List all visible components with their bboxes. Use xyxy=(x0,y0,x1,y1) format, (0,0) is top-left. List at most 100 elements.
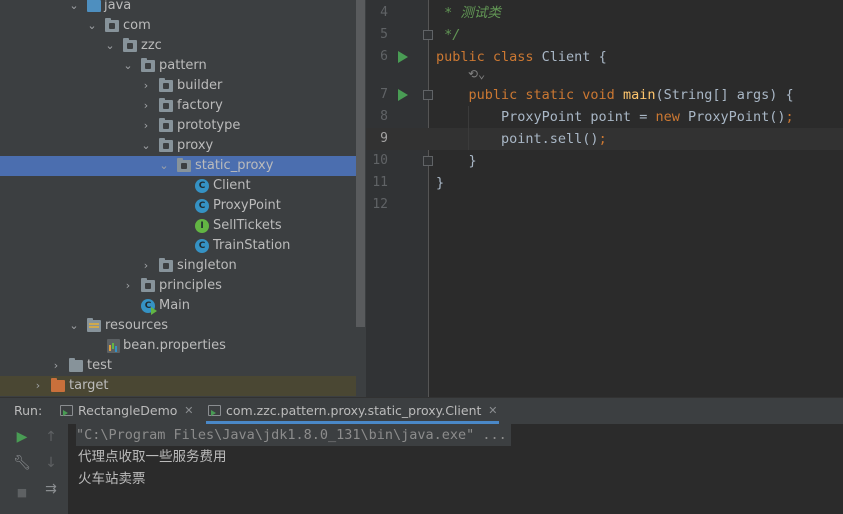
down-arrow-icon[interactable]: ↓ xyxy=(40,452,62,474)
run-gutter-icon[interactable] xyxy=(398,89,408,101)
tree-item-selltickets[interactable]: I SellTickets xyxy=(0,216,356,236)
console-output[interactable]: "C:\Program Files\Java\jdk1.8.0_131\bin\… xyxy=(68,424,843,514)
package-icon xyxy=(159,98,173,112)
chevron-down-icon[interactable]: ⌄ xyxy=(158,156,170,176)
code-text: ProxyPoint point = new ProxyPoint(); xyxy=(436,109,794,125)
chevron-right-icon[interactable]: › xyxy=(122,276,134,296)
console-line: 火车站卖票 xyxy=(78,471,146,487)
tree-item-label: bean.properties xyxy=(123,338,226,353)
tree-item-resources[interactable]: ⌄ resources xyxy=(0,316,356,336)
code-line[interactable]: 10 } xyxy=(366,150,843,172)
tree-item-factory[interactable]: › factory xyxy=(0,96,356,116)
fold-marker-icon[interactable] xyxy=(423,30,433,40)
tree-item-static-proxy[interactable]: ⌄ static_proxy xyxy=(0,156,356,176)
tree-item-label: target xyxy=(69,378,109,393)
code-text: } xyxy=(436,175,445,191)
console-command-line: "C:\Program Files\Java\jdk1.8.0_131\bin\… xyxy=(76,424,511,446)
code-line[interactable]: 5 */ xyxy=(366,24,843,46)
tab-label: com.zzc.pattern.proxy.static_proxy.Clien… xyxy=(226,403,482,418)
run-label: Run: xyxy=(14,403,43,418)
project-tree-panel: ⌄ java ⌄ com ⌄ zzc ⌄ pattern › builder › xyxy=(0,0,366,397)
tree-item-label: Client xyxy=(213,178,251,193)
stop-icon[interactable]: ■ xyxy=(11,482,33,504)
package-icon xyxy=(141,278,155,292)
tree-item-label: Main xyxy=(159,298,191,313)
tree-item-java[interactable]: ⌄ java xyxy=(0,0,356,16)
package-icon xyxy=(105,18,119,32)
tree-item-pattern[interactable]: ⌄ pattern xyxy=(0,56,356,76)
chevron-right-icon[interactable]: › xyxy=(140,116,152,136)
code-text: public static void main(String[] args) { xyxy=(468,87,794,103)
code-text: point.sell(); xyxy=(436,131,607,147)
line-number: 10 xyxy=(372,153,388,168)
chevron-down-icon[interactable]: ⌄ xyxy=(122,56,134,76)
tree-item-principles[interactable]: › principles xyxy=(0,276,356,296)
tree-item-bean-properties[interactable]: bean.properties xyxy=(0,336,356,356)
code-line[interactable]: 7 public static void main(String[] args)… xyxy=(366,84,843,106)
tree-item-label: prototype xyxy=(177,118,241,133)
run-tab-rectangledemo[interactable]: RectangleDemo ✕ xyxy=(58,398,195,424)
run-tab-client[interactable]: com.zzc.pattern.proxy.static_proxy.Clien… xyxy=(206,398,500,424)
run-gutter-icon[interactable] xyxy=(398,51,408,63)
class-icon: C xyxy=(195,239,209,253)
tree-item-prototype[interactable]: › prototype xyxy=(0,116,356,136)
tree-item-target[interactable]: › target xyxy=(0,376,356,396)
tree-item-trainstation[interactable]: C TrainStation xyxy=(0,236,356,256)
fold-marker-icon[interactable] xyxy=(423,90,433,100)
tree-item-label: ProxyPoint xyxy=(213,198,281,213)
tree-item-com[interactable]: ⌄ com xyxy=(0,16,356,36)
main-class-icon: C xyxy=(141,299,157,315)
tree-item-test[interactable]: › test xyxy=(0,356,356,376)
package-icon xyxy=(177,158,191,172)
tree-scrollbar[interactable] xyxy=(356,0,365,327)
tree-item-label: proxy xyxy=(177,138,214,153)
chevron-right-icon[interactable]: › xyxy=(140,256,152,276)
line-number: 11 xyxy=(372,175,388,190)
package-icon xyxy=(159,118,173,132)
tree-item-builder[interactable]: › builder xyxy=(0,76,356,96)
console-line: 代理点收取一些服务费用 xyxy=(78,449,227,465)
chevron-right-icon[interactable]: › xyxy=(50,356,62,376)
chevron-down-icon[interactable]: ⌄ xyxy=(140,136,152,156)
run-config-icon xyxy=(208,405,221,416)
tree-item-main[interactable]: C Main xyxy=(0,296,356,316)
resources-folder-icon xyxy=(87,318,101,332)
package-icon xyxy=(159,138,173,152)
chevron-down-icon[interactable]: ⌄ xyxy=(68,0,80,16)
chevron-down-icon[interactable]: ⌄ xyxy=(86,16,98,36)
tree-item-proxypoint[interactable]: C ProxyPoint xyxy=(0,196,356,216)
code-line[interactable]: 8 ProxyPoint point = new ProxyPoint(); xyxy=(366,106,843,128)
chevron-down-icon[interactable]: ⌄ xyxy=(104,36,116,56)
code-line[interactable]: 4 * 测试类 xyxy=(366,2,843,24)
fold-marker-icon[interactable] xyxy=(423,156,433,166)
run-header: Run: RectangleDemo ✕ com.zzc.pattern.pro… xyxy=(0,397,843,424)
tab-label: RectangleDemo xyxy=(78,403,178,418)
tree-item-client[interactable]: C Client xyxy=(0,176,356,196)
tree-item-label: singleton xyxy=(177,258,237,273)
code-vision-icon[interactable]: ⟲⌄ xyxy=(468,66,498,82)
line-number: 12 xyxy=(372,197,388,212)
run-toolbar: ▶ ↑ 🔧︎ ↓ ■ ⇉ xyxy=(0,424,68,514)
soft-wrap-icon[interactable]: ⇉ xyxy=(40,478,62,500)
tree-item-label: TrainStation xyxy=(213,238,291,253)
tree-item-singleton[interactable]: › singleton xyxy=(0,256,356,276)
tree-item-zzc[interactable]: ⌄ zzc xyxy=(0,36,356,56)
tree-item-label: pattern xyxy=(159,58,207,73)
code-editor[interactable]: 4 * 测试类 5 */ 6 public class Client { ⟲⌄ … xyxy=(366,0,843,397)
code-line[interactable]: 12 xyxy=(366,194,843,216)
code-line[interactable]: 6 public class Client { xyxy=(366,46,843,68)
up-arrow-icon[interactable]: ↑ xyxy=(40,426,62,448)
tree-item-label: com xyxy=(123,18,151,33)
source-folder-icon xyxy=(87,0,101,12)
code-line-current[interactable]: 9 point.sell(); xyxy=(366,128,843,150)
chevron-right-icon[interactable]: › xyxy=(32,376,44,396)
wrench-icon[interactable]: 🔧︎ xyxy=(11,452,33,474)
code-line[interactable]: 11 } xyxy=(366,172,843,194)
close-icon[interactable]: ✕ xyxy=(184,398,193,424)
chevron-right-icon[interactable]: › xyxy=(140,76,152,96)
run-icon[interactable]: ▶ xyxy=(11,426,33,448)
chevron-right-icon[interactable]: › xyxy=(140,96,152,116)
close-icon[interactable]: ✕ xyxy=(488,398,497,424)
tree-item-proxy[interactable]: ⌄ proxy xyxy=(0,136,356,156)
chevron-down-icon[interactable]: ⌄ xyxy=(68,316,80,336)
